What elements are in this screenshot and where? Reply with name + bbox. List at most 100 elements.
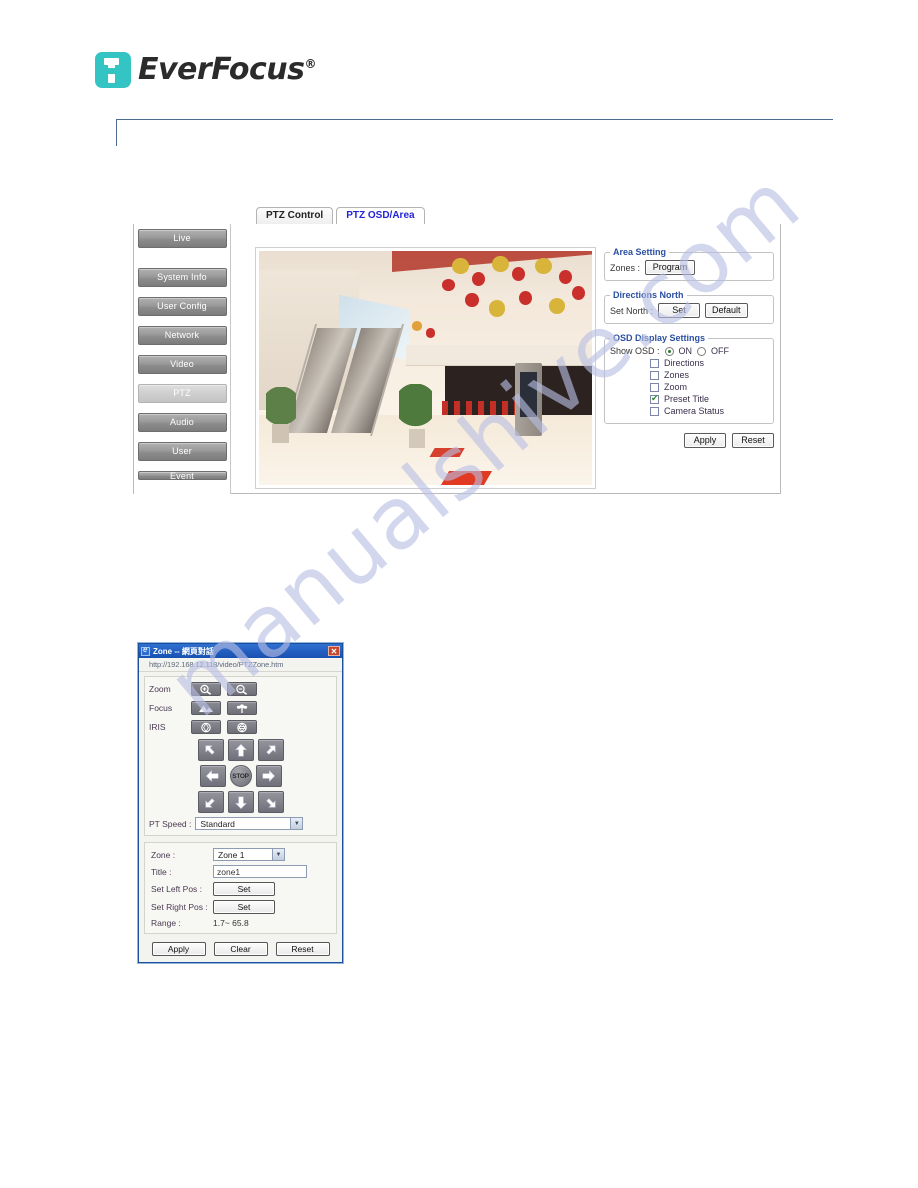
zone-select-row: Zone : Zone 1 ▼ <box>151 848 330 861</box>
pan-left-icon[interactable] <box>199 765 226 787</box>
zone-clear-button[interactable]: Clear <box>213 942 268 956</box>
close-icon[interactable]: ✕ <box>328 646 340 656</box>
zoom-out-icon[interactable] <box>227 682 257 696</box>
apply-button[interactable]: Apply <box>684 433 726 448</box>
checkbox-directions[interactable] <box>650 358 659 368</box>
pan-up-right-icon[interactable] <box>257 739 284 761</box>
logo-bar <box>104 68 115 74</box>
tab-ptz-osd-area[interactable]: PTZ OSD/Area <box>336 207 425 224</box>
title-label: Title : <box>151 866 172 877</box>
page-watermark: manualshive.com <box>0 0 918 1188</box>
focus-control-row: Focus <box>149 701 332 715</box>
brand-name: EverFocus® <box>138 55 316 85</box>
set-right-pos-row: Set Right Pos : Set <box>151 900 330 914</box>
zone-value: Zone 1 <box>218 849 245 860</box>
pan-up-icon[interactable] <box>227 739 254 761</box>
brand-name-text: EverFocus <box>138 52 305 87</box>
sidebar-item-system-info[interactable]: System Info <box>137 268 227 287</box>
focus-label: Focus <box>149 703 173 713</box>
pan-down-left-icon[interactable] <box>197 791 224 813</box>
iris-open-icon[interactable] <box>191 720 221 734</box>
iris-label: IRIS <box>149 722 166 732</box>
set-north-label: Set North : <box>610 305 654 316</box>
radio-osd-on[interactable] <box>664 346 674 356</box>
settings-column: Area Setting Zones : Program Directions … <box>604 247 774 448</box>
zone-dialog-actions: Apply Clear Reset <box>144 942 337 956</box>
osd-action-row: Apply Reset <box>604 433 774 448</box>
set-right-pos-label: Set Right Pos : <box>151 902 208 912</box>
pt-speed-row: PT Speed : Standard ▼ <box>149 817 332 830</box>
browser-window-icon <box>141 645 150 656</box>
zone-dialog-titlebar: Zone -- 網頁對話 ✕ <box>139 644 342 658</box>
sidebar-nav: Live System Info User Config Network Vid… <box>134 224 231 494</box>
set-north-button[interactable]: Set <box>658 303 701 318</box>
header-left-tick <box>116 119 117 146</box>
sidebar-item-video[interactable]: Video <box>137 355 227 374</box>
stop-button[interactable]: STOP <box>229 765 252 787</box>
checkbox-camera-status-label: Camera Status <box>664 406 725 416</box>
everfocus-logo-icon <box>95 52 131 88</box>
checkbox-zones[interactable] <box>650 370 659 380</box>
set-right-pos-button[interactable]: Set <box>213 900 275 914</box>
pt-speed-select[interactable]: Standard ▼ <box>195 817 304 830</box>
sidebar-item-ptz[interactable]: PTZ <box>137 384 227 403</box>
chevron-down-icon: ▼ <box>272 849 284 860</box>
range-row: Range : 1.7~ 65.8 <box>151 918 330 928</box>
focus-far-mountain-icon[interactable] <box>191 701 221 715</box>
zone-apply-button[interactable]: Apply <box>151 942 206 956</box>
set-left-pos-label: Set Left Pos : <box>151 884 203 894</box>
title-input[interactable]: zone1 <box>213 865 307 878</box>
zone-title-row: Title : zone1 <box>151 865 330 878</box>
range-value: 1.7~ 65.8 <box>213 918 249 928</box>
radio-osd-on-label: ON <box>678 346 693 356</box>
registered-mark: ® <box>304 57 316 71</box>
pan-up-left-icon[interactable] <box>197 739 224 761</box>
pt-speed-label: PT Speed : <box>149 818 192 829</box>
zones-label: Zones : <box>610 262 641 273</box>
brand-logo: EverFocus® <box>95 52 316 88</box>
sidebar-item-live[interactable]: Live <box>137 229 227 248</box>
sidebar-item-user-config[interactable]: User Config <box>137 297 227 316</box>
radio-osd-off[interactable] <box>697 346 707 356</box>
checkbox-row-zones: Zones <box>650 370 768 380</box>
default-north-button[interactable]: Default <box>705 303 748 318</box>
directions-north-legend: Directions North <box>613 290 684 300</box>
sidebar-item-event[interactable]: Event <box>137 471 227 480</box>
program-button[interactable]: Program <box>645 260 696 275</box>
show-osd-label: Show OSD : <box>610 346 660 356</box>
reset-button[interactable]: Reset <box>732 433 774 448</box>
sidebar-item-user[interactable]: User <box>137 442 227 461</box>
checkbox-row-camera-status: Camera Status <box>650 406 768 416</box>
sidebar-item-audio[interactable]: Audio <box>137 413 227 432</box>
pan-down-icon[interactable] <box>227 791 254 813</box>
checkbox-camera-status[interactable] <box>650 406 659 416</box>
set-left-pos-button[interactable]: Set <box>213 882 275 896</box>
zoom-control-row: Zoom <box>149 682 332 696</box>
checkbox-row-directions: Directions <box>650 358 768 368</box>
pan-right-icon[interactable] <box>255 765 282 787</box>
iris-close-icon[interactable] <box>227 720 257 734</box>
checkbox-row-preset-title: Preset Title <box>650 393 768 404</box>
sidebar-item-network[interactable]: Network <box>137 326 227 345</box>
focus-near-flower-icon[interactable] <box>227 701 257 715</box>
area-setting-legend: Area Setting <box>613 247 667 257</box>
range-label: Range : <box>151 918 181 928</box>
live-video-frame <box>255 247 596 489</box>
checkbox-zoom[interactable] <box>650 382 659 392</box>
zone-reset-button[interactable]: Reset <box>275 942 330 956</box>
zoom-in-icon[interactable] <box>191 682 221 696</box>
zone-select[interactable]: Zone 1 ▼ <box>213 848 285 861</box>
zone-form-card: Zone : Zone 1 ▼ Title : zone1 Set Left P… <box>144 842 337 934</box>
area-setting-group: Area Setting Zones : Program <box>604 247 774 281</box>
iris-control-row: IRIS <box>149 720 332 734</box>
pan-down-right-icon[interactable] <box>257 791 284 813</box>
osd-display-legend: OSD Display Settings <box>613 333 706 343</box>
directions-north-group: Directions North Set North : Set Default <box>604 290 774 324</box>
zone-dialog: Zone -- 網頁對話 ✕ http://192.168.12.118/vid… <box>138 643 343 963</box>
checkbox-zoom-label: Zoom <box>664 382 688 392</box>
checkbox-preset-title[interactable] <box>650 393 659 404</box>
tab-ptz-control[interactable]: PTZ Control <box>256 207 334 224</box>
chevron-down-icon: ▼ <box>290 818 303 829</box>
ptz-web-ui-panel: PTZ Control PTZ OSD/Area Live System Inf… <box>133 207 781 494</box>
zone-label: Zone : <box>151 849 176 860</box>
